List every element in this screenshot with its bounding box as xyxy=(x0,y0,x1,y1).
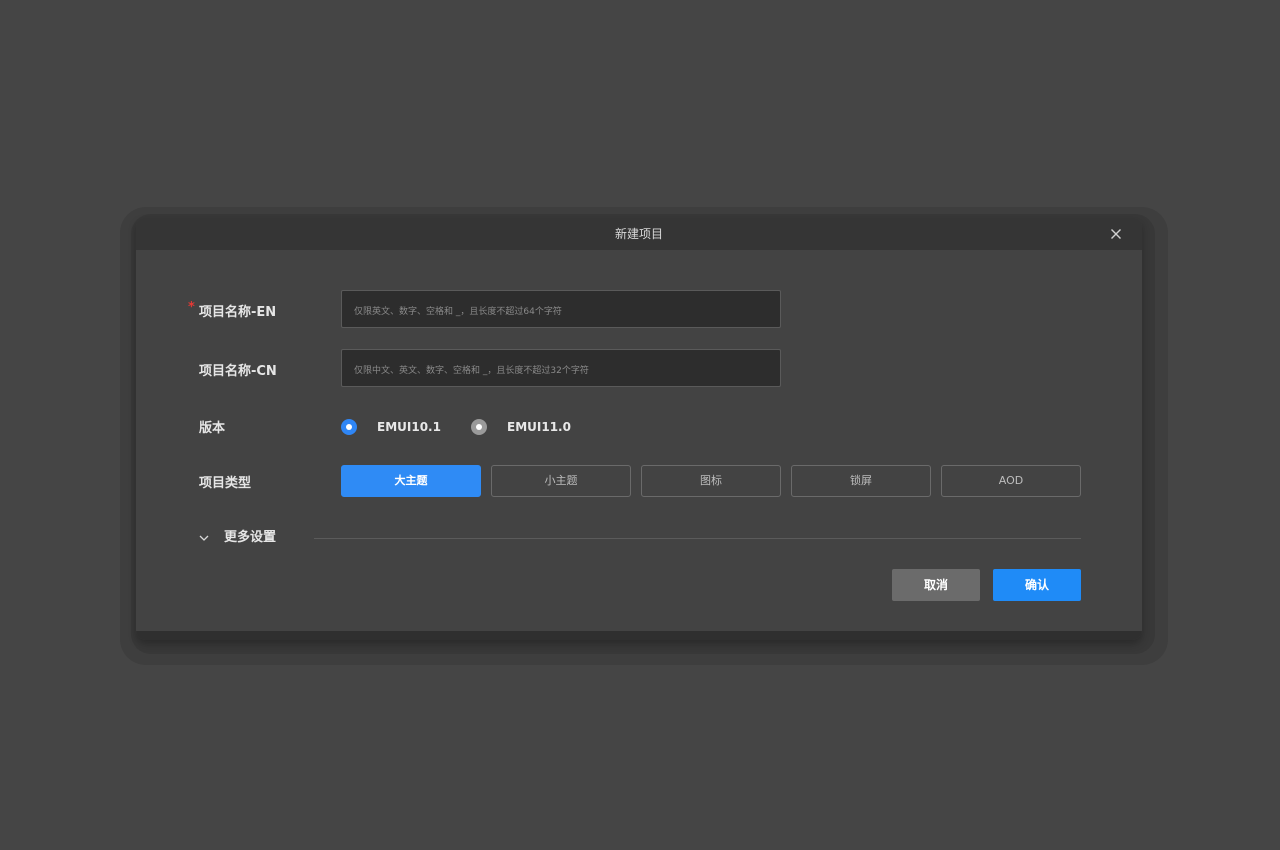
radio-unchecked-icon xyxy=(471,419,487,435)
divider xyxy=(314,538,1081,539)
dialog-title: 新建项目 xyxy=(614,227,663,241)
radio-checked-icon xyxy=(341,419,357,435)
dialog-bottom-bar xyxy=(136,631,1142,640)
project-type-label: 项目类型 xyxy=(199,476,252,491)
required-mark: * xyxy=(188,300,195,315)
new-project-dialog: 新建项目 * 项目名称-EN 项目名称-CN 版本 EMUI10.1 EMUI1… xyxy=(136,218,1142,640)
name-cn-input[interactable] xyxy=(341,349,781,387)
version-label: 版本 xyxy=(199,421,226,436)
confirm-button[interactable]: 确认 xyxy=(993,569,1081,601)
type-option-mini-theme[interactable]: 小主题 xyxy=(491,465,631,497)
dialog-header: 新建项目 xyxy=(136,218,1142,250)
name-en-label: 项目名称-EN xyxy=(199,305,277,320)
close-icon xyxy=(1111,229,1121,239)
chevron-down-icon xyxy=(199,535,209,541)
close-button[interactable] xyxy=(1108,226,1124,242)
type-option-lockscreen[interactable]: 锁屏 xyxy=(791,465,931,497)
radio-label: EMUI11.0 xyxy=(507,420,571,434)
name-en-input[interactable] xyxy=(341,290,781,328)
type-option-icon[interactable]: 图标 xyxy=(641,465,781,497)
more-settings-label: 更多设置 xyxy=(224,530,277,545)
type-option-aod[interactable]: AOD xyxy=(941,465,1081,497)
name-cn-label: 项目名称-CN xyxy=(199,364,277,379)
type-option-theme[interactable]: 大主题 xyxy=(341,465,481,497)
cancel-button[interactable]: 取消 xyxy=(892,569,980,601)
radio-label: EMUI10.1 xyxy=(377,420,441,434)
